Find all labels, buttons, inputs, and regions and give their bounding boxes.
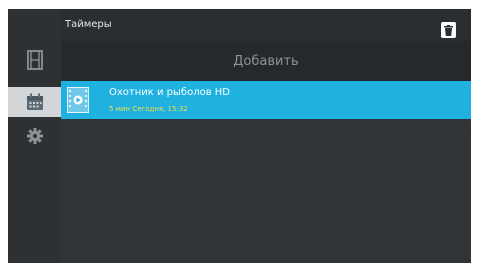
add-timer-label: Добавить (233, 53, 299, 69)
film-icon (26, 50, 43, 70)
gear-icon (26, 128, 43, 144)
main-panel: Таймеры Добавить Охотник и рыболов HD 5 … (61, 9, 471, 263)
page-title: Таймеры (65, 19, 112, 30)
video-file-icon (67, 87, 89, 113)
trash-icon (444, 24, 453, 36)
sidebar-item-settings[interactable] (8, 121, 61, 151)
sidebar-item-timers[interactable] (8, 87, 61, 117)
tv-window: Таймеры Добавить Охотник и рыболов HD 5 … (8, 9, 471, 263)
add-timer-button[interactable]: Добавить (61, 41, 471, 81)
timer-title: Охотник и рыболов HD (109, 87, 230, 98)
sidebar (8, 9, 61, 263)
header: Таймеры (61, 9, 471, 41)
delete-button[interactable] (441, 22, 456, 38)
timer-row[interactable]: Охотник и рыболов HD 5 мин Сегодня, 15:3… (61, 81, 471, 119)
screen: Таймеры Добавить Охотник и рыболов HD 5 … (0, 0, 486, 276)
sidebar-item-recordings[interactable] (8, 45, 61, 75)
calendar-icon (26, 93, 43, 110)
timer-duration: 5 мин (109, 105, 131, 113)
timer-datetime: Сегодня, 15:32 (132, 105, 188, 113)
timer-details: 5 мин Сегодня, 15:32 (109, 105, 188, 113)
